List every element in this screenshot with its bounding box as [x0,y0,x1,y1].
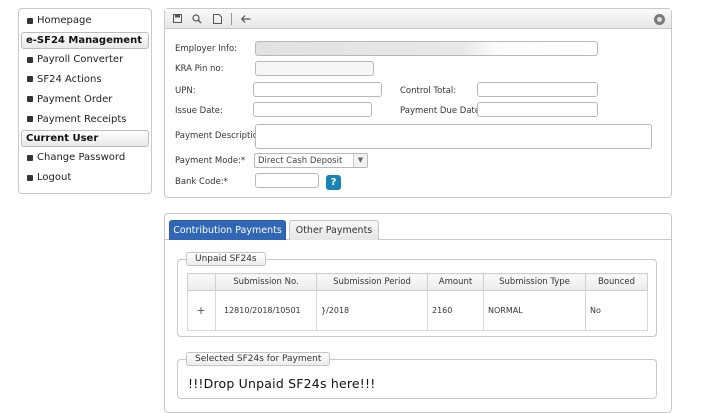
submission-period-cell: }/2018 [316,290,428,331]
employer-info-label: Employer Info: [175,44,238,54]
issue-date-field[interactable] [253,102,372,117]
sidebar-item-label: Payroll Converter [37,54,124,66]
bullet-icon [27,154,33,161]
submission-type-cell: NORMAL [483,290,586,331]
help-icon[interactable]: ? [326,175,341,190]
kra-pin-field[interactable] [255,61,374,76]
control-total-label: Control Total: [400,86,457,96]
settings-icon[interactable] [654,14,665,25]
bullet-icon [27,17,33,24]
search-icon[interactable] [189,11,205,27]
upn-field[interactable] [253,82,382,97]
bullet-icon [27,116,33,123]
sidebar-item-label: Homepage [37,15,92,27]
payment-due-date-label: Payment Due Date: [400,106,483,116]
sidebar-header-esf24-management: e-SF24 Management [21,31,149,49]
sidebar-item-payment-order[interactable]: Payment Order [19,89,151,109]
bullet-icon [27,56,33,63]
payment-description-label: Payment Description: [175,131,267,141]
table-row[interactable]: + 12810/2018/10501 }/2018 2160 NORMAL No [187,290,648,331]
chevron-down-icon[interactable]: ▼ [353,154,367,167]
toolbar-separator [231,12,232,25]
sidebar-item-label: Payment Receipts [37,113,127,125]
payment-description-field[interactable] [255,124,652,149]
bullet-icon [27,96,33,103]
amount-cell: 2160 [427,290,484,331]
tab-other-payments[interactable]: Other Payments [289,220,379,240]
sidebar-header-current-user: Current User [21,129,149,147]
sidebar: Homepage e-SF24 Management Payroll Conve… [18,8,152,194]
sidebar-item-logout[interactable]: Logout [19,168,151,188]
employer-info-field[interactable] [255,41,598,56]
bullet-icon [27,76,33,83]
tab-contribution-payments[interactable]: Contribution Payments [169,220,286,240]
expand-row-icon[interactable]: + [187,290,216,331]
sidebar-item-payment-receipts[interactable]: Payment Receipts [19,109,151,129]
save-icon[interactable] [169,11,185,27]
sidebar-item-label: SF24 Actions [37,73,102,85]
bank-code-label: Bank Code:* [175,177,228,187]
sidebar-item-change-password[interactable]: Change Password [19,148,151,168]
unpaid-sf24s-table: Submission No. Submission Period Amount … [187,273,648,331]
issue-date-label: Issue Date: [175,106,223,116]
bullet-icon [27,174,33,181]
unpaid-sf24s-legend: Unpaid SF24s [186,252,266,266]
column-header[interactable]: Amount [427,273,484,291]
payment-due-date-field[interactable] [477,102,598,117]
sidebar-item-sf24-actions[interactable]: SF24 Actions [19,70,151,90]
back-arrow-icon[interactable] [238,11,254,27]
dropzone-instruction: !!!Drop Unpaid SF24s here!!! [188,376,376,391]
toolbar [165,9,671,29]
bounced-cell: No [585,290,648,331]
column-header[interactable]: Submission Period [316,273,428,291]
submission-no-cell: 12810/2018/10501 [215,290,317,331]
sidebar-item-label: Payment Order [37,93,113,105]
sidebar-item-payroll-converter[interactable]: Payroll Converter [19,50,151,70]
control-total-field[interactable] [477,82,598,97]
sidebar-item-label: Change Password [37,152,126,164]
column-header[interactable]: Submission No. [215,273,317,291]
sidebar-item-label: Logout [37,172,72,184]
sidebar-item-homepage[interactable]: Homepage [19,11,151,31]
bank-code-field[interactable] [255,173,319,188]
payment-mode-label: Payment Mode:* [175,156,246,166]
selected-sf24s-legend: Selected SF24s for Payment [186,352,331,366]
payment-mode-select[interactable]: Direct Cash Deposit ▼ [254,153,368,168]
payment-tabs: Contribution Payments Other Payments [165,214,671,240]
kra-pin-label: KRA Pin no: [175,64,224,74]
payment-mode-value: Direct Cash Deposit [258,156,343,166]
new-document-icon[interactable] [209,11,225,27]
table-header-row: Submission No. Submission Period Amount … [187,273,648,291]
column-header [187,273,216,291]
upn-label: UPN: [175,86,196,96]
column-header[interactable]: Submission Type [483,273,586,291]
column-header[interactable]: Bounced [585,273,648,291]
